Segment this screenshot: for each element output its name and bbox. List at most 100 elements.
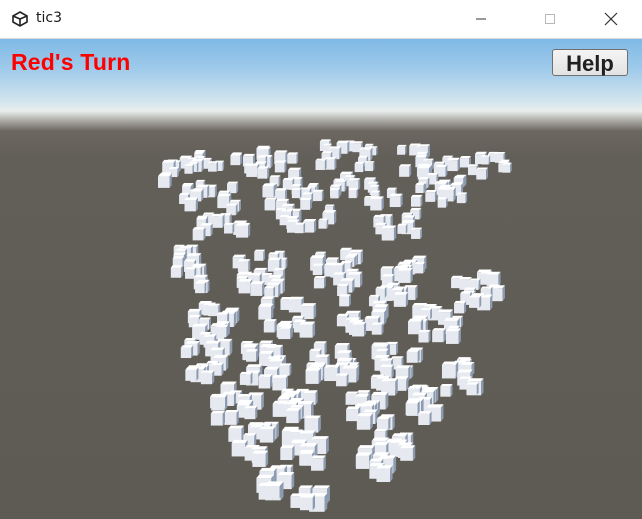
board-cell-cube[interactable] — [263, 319, 277, 333]
board-cell-cube[interactable] — [210, 410, 226, 426]
board-cell-cube[interactable] — [312, 263, 324, 276]
board-cell-cube[interactable] — [244, 405, 258, 420]
board-cell-cube[interactable] — [411, 227, 423, 239]
board-cell-cube[interactable] — [330, 188, 341, 199]
board-cell-cube[interactable] — [393, 291, 409, 307]
board-cell-cube[interactable] — [274, 375, 289, 389]
board-cell-cube[interactable] — [230, 153, 242, 166]
board-cell-cube[interactable] — [389, 193, 403, 208]
board-cell-cube[interactable] — [376, 416, 391, 431]
board-cell-cube[interactable] — [214, 394, 227, 408]
board-cell-cube[interactable] — [287, 152, 299, 164]
board-cell-cube[interactable] — [274, 160, 287, 173]
board-cell-cube[interactable] — [397, 223, 408, 234]
board-cell-cube[interactable] — [158, 173, 172, 188]
board-cell-cube[interactable] — [224, 222, 235, 234]
board-cell-cube[interactable] — [228, 425, 245, 442]
board-cell-cube[interactable] — [286, 408, 301, 424]
board-cell-cube[interactable] — [348, 188, 359, 199]
board-cell-cube[interactable] — [224, 409, 239, 425]
board-cell-cube[interactable] — [400, 445, 416, 461]
board-cell-cube[interactable] — [299, 494, 315, 511]
board-cell-cube[interactable] — [318, 218, 329, 229]
board-cell-cube[interactable] — [405, 400, 420, 416]
board-cell-cube[interactable] — [352, 321, 367, 337]
board-cell-cube[interactable] — [195, 281, 207, 294]
board-cell-cube[interactable] — [454, 300, 467, 314]
board-cell-cube[interactable] — [398, 267, 413, 283]
board-cell-cube[interactable] — [259, 426, 276, 443]
board-cell-cube[interactable] — [339, 294, 351, 307]
board-cell-cube[interactable] — [257, 166, 270, 179]
help-button[interactable]: Help — [552, 49, 628, 76]
board-cell-cube[interactable] — [446, 157, 460, 172]
board-cell-cube[interactable] — [258, 374, 273, 389]
board-cell-cube[interactable] — [481, 155, 491, 165]
board-cell-cube[interactable] — [476, 167, 488, 180]
board-cell-cube[interactable] — [291, 188, 302, 199]
board-cell-cube[interactable] — [184, 163, 194, 174]
maximize-button[interactable] — [527, 0, 573, 38]
board-cell-cube[interactable] — [397, 144, 407, 155]
board-cell-cube[interactable] — [441, 361, 459, 379]
board-cell-cube[interactable] — [437, 197, 448, 208]
board-cell-cube[interactable] — [370, 196, 384, 211]
board-cell-cube[interactable] — [456, 192, 468, 204]
board-cell-cube[interactable] — [376, 465, 393, 483]
board-cell-cube[interactable] — [246, 163, 260, 177]
board-cell-cube[interactable] — [200, 370, 215, 385]
board-cell-cube[interactable] — [208, 161, 219, 172]
board-cell-cube[interactable] — [300, 197, 312, 210]
board-cell-cube[interactable] — [280, 445, 295, 461]
board-cell-cube[interactable] — [254, 249, 266, 261]
board-cell-cube[interactable] — [486, 271, 501, 287]
board-cell-cube[interactable] — [216, 324, 229, 338]
board-cell-cube[interactable] — [238, 279, 253, 294]
board-cell-cube[interactable] — [312, 189, 324, 202]
game-viewport[interactable]: Red's Turn Help — [0, 39, 642, 519]
board-cell-cube[interactable] — [170, 265, 183, 278]
board-cell-cube[interactable] — [192, 227, 206, 241]
board-cell-cube[interactable] — [246, 349, 259, 362]
board-cell-cube[interactable] — [264, 197, 277, 211]
board-cell-cube[interactable] — [315, 158, 327, 170]
board-cell-cube[interactable] — [313, 275, 326, 289]
board-cell-cube[interactable] — [237, 259, 251, 272]
board-cell-cube[interactable] — [266, 483, 282, 499]
board-cell-cube[interactable] — [354, 161, 365, 173]
board-cell-cube[interactable] — [235, 222, 251, 238]
board-cell-cube[interactable] — [239, 371, 253, 385]
board-cell-cube[interactable] — [418, 411, 432, 425]
board-cell-cube[interactable] — [425, 190, 437, 202]
board-cell-cube[interactable] — [371, 322, 384, 335]
board-cell-cube[interactable] — [185, 367, 199, 381]
board-cell-cube[interactable] — [336, 373, 349, 387]
board-cell-cube[interactable] — [279, 363, 292, 376]
board-cell-cube[interactable] — [304, 415, 321, 433]
board-cell-cube[interactable] — [337, 283, 349, 297]
board-cell-cube[interactable] — [258, 303, 274, 320]
board-cell-cube[interactable] — [211, 213, 225, 228]
board-cell-cube[interactable] — [440, 384, 453, 397]
board-cell-cube[interactable] — [399, 164, 412, 177]
board-cell-cube[interactable] — [303, 219, 317, 233]
board-cell-cube[interactable] — [299, 321, 316, 338]
board-cell-cube[interactable] — [280, 326, 292, 339]
board-cell-cube[interactable] — [262, 183, 276, 198]
board-cell-cube[interactable] — [418, 329, 431, 343]
board-cell-cube[interactable] — [381, 225, 397, 241]
board-cell-cube[interactable] — [250, 281, 265, 296]
cube-board[interactable] — [0, 39, 642, 519]
board-cell-cube[interactable] — [305, 367, 322, 384]
board-cell-cube[interactable] — [411, 194, 423, 207]
board-cell-cube[interactable] — [415, 183, 425, 194]
board-cell-cube[interactable] — [355, 452, 372, 469]
board-cell-cube[interactable] — [252, 450, 269, 467]
board-cell-cube[interactable] — [406, 349, 420, 363]
close-button[interactable] — [588, 0, 634, 38]
board-cell-cube[interactable] — [184, 197, 198, 212]
board-cell-cube[interactable] — [180, 345, 194, 359]
board-cell-cube[interactable] — [469, 295, 482, 308]
board-cell-cube[interactable] — [432, 328, 446, 343]
board-cell-cube[interactable] — [502, 162, 512, 173]
